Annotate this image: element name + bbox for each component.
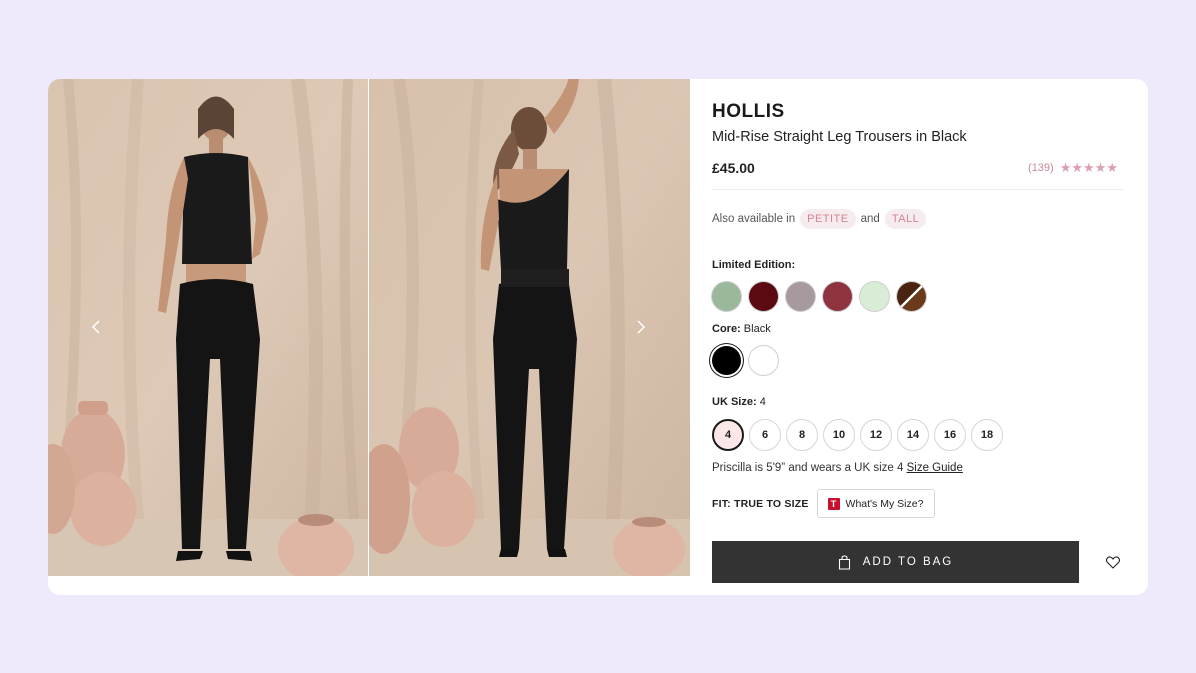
wishlist-button[interactable] — [1093, 541, 1133, 583]
swatch-sage[interactable] — [712, 282, 741, 311]
swatch-burgundy[interactable] — [749, 282, 778, 311]
whats-my-size-button[interactable]: T What's My Size? — [816, 489, 936, 518]
size-option-18[interactable]: 18 — [971, 419, 1003, 451]
product-gallery — [48, 79, 690, 576]
size-option-4[interactable]: 4 — [712, 419, 744, 451]
size-guide-link[interactable]: Size Guide — [907, 462, 963, 474]
truefit-logo-icon: T — [827, 497, 840, 510]
fit-row: FIT: TRUE TO SIZE T What's My Size? — [712, 489, 936, 518]
size-option-14[interactable]: 14 — [897, 419, 929, 451]
also-available-and: and — [860, 213, 880, 225]
swatch-red[interactable] — [823, 282, 852, 311]
swatch-brown-split[interactable] — [897, 282, 926, 311]
core-color-label: Core: Black — [712, 323, 771, 335]
chevron-right-icon — [637, 320, 646, 334]
brand-name: HOLLIS — [712, 101, 785, 122]
size-option-10[interactable]: 10 — [823, 419, 855, 451]
chevron-left-icon — [91, 320, 100, 334]
swatch-white[interactable] — [749, 346, 778, 375]
size-option-6[interactable]: 6 — [749, 419, 781, 451]
swatch-mint[interactable] — [860, 282, 889, 311]
also-available: Also available in PETITE and TALL — [712, 209, 927, 229]
gallery-prev-button[interactable] — [86, 315, 106, 339]
swatch-mauve[interactable] — [786, 282, 815, 311]
divider — [712, 189, 1124, 190]
review-count: (139) — [1028, 162, 1054, 174]
rating-stars: ★★★★★ — [1059, 160, 1118, 175]
heart-icon — [1106, 555, 1120, 569]
also-available-label: Also available in — [712, 213, 796, 225]
product-name: Mid-Rise Straight Leg Trousers in Black — [712, 129, 967, 145]
swatch-black[interactable] — [712, 346, 741, 375]
petite-link[interactable]: PETITE — [800, 209, 856, 229]
whats-my-size-label: What's My Size? — [845, 497, 924, 510]
core-swatches — [712, 346, 778, 375]
limited-edition-label: Limited Edition: — [712, 259, 796, 271]
product-card: HOLLIS Mid-Rise Straight Leg Trousers in… — [48, 79, 1148, 595]
fit-label: FIT: TRUE TO SIZE — [712, 497, 809, 510]
size-label: UK Size: 4 — [712, 396, 766, 408]
size-option-12[interactable]: 12 — [860, 419, 892, 451]
core-selected-color: Black — [743, 323, 771, 335]
rating[interactable]: (139) ★★★★★ — [1028, 160, 1118, 176]
gallery-next-button[interactable] — [631, 315, 651, 339]
product-price: £45.00 — [712, 160, 755, 176]
selected-size: 4 — [759, 396, 766, 408]
size-option-16[interactable]: 16 — [934, 419, 966, 451]
add-to-bag-label: ADD TO BAG — [862, 556, 954, 568]
model-info: Priscilla is 5'9” and wears a UK size 4 … — [712, 462, 963, 474]
tall-link[interactable]: TALL — [884, 209, 927, 229]
add-to-bag-button[interactable]: ADD TO BAG — [712, 541, 1079, 583]
limited-edition-swatches — [712, 282, 926, 311]
size-option-8[interactable]: 8 — [786, 419, 818, 451]
shopping-bag-icon — [838, 554, 850, 570]
model-info-text: Priscilla is 5'9” and wears a UK size 4 — [712, 462, 904, 474]
size-options: 4 6 8 10 12 14 16 18 — [712, 419, 1003, 451]
